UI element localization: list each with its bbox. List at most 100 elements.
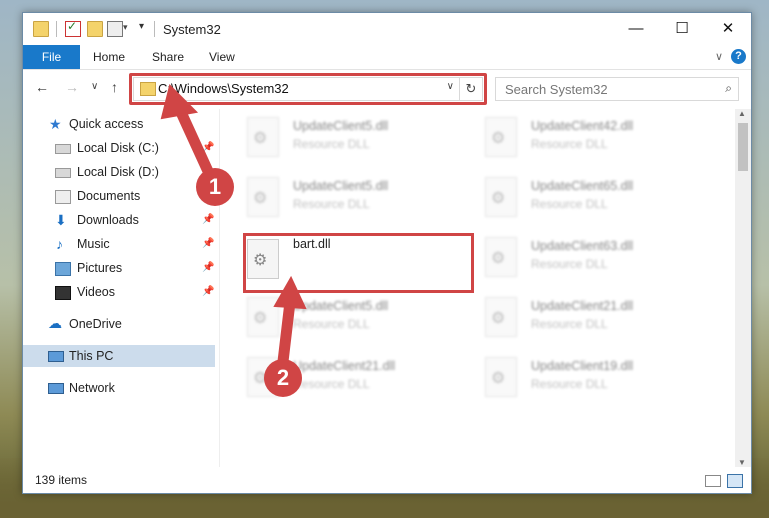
sidebar-item-local-disk-c[interactable]: Local Disk (C:) 📌 (23, 137, 215, 159)
file-type: Resource DLL (293, 137, 370, 151)
file-name: UpdateClient42.dll (531, 119, 634, 133)
file-name: UpdateClient21.dll (531, 299, 634, 313)
sidebar-item-label: Local Disk (C:) (77, 141, 159, 155)
file-item[interactable]: UpdateClient19.dll Resource DLL (485, 353, 715, 407)
dll-file-icon (485, 237, 517, 277)
sidebar-item-videos[interactable]: Videos 📌 (23, 281, 215, 303)
quick-access-toolbar-chevron-icon[interactable]: ▾ (139, 21, 144, 32)
dll-file-icon (485, 357, 517, 397)
sidebar-item-downloads[interactable]: ⬇ Downloads 📌 (23, 209, 215, 231)
item-count: 139 items (35, 473, 88, 487)
divider (56, 21, 57, 37)
sidebar-item-documents[interactable]: Documents (23, 185, 215, 207)
help-icon[interactable]: ? (731, 49, 746, 64)
pin-icon[interactable]: 📌 (202, 233, 214, 255)
file-item[interactable]: UpdateClient42.dll Resource DLL (485, 113, 715, 167)
navigation-pane: ★ Quick access Local Disk (C:) 📌 Local D… (23, 109, 220, 467)
search-placeholder: Search System32 (505, 82, 608, 97)
sidebar-item-label: Documents (77, 189, 141, 203)
search-input[interactable]: Search System32 ⌕ (495, 77, 739, 101)
expand-ribbon-chevron-icon[interactable]: ∨ (715, 50, 723, 63)
status-bar: 139 items (23, 469, 751, 493)
pin-icon[interactable]: 📌 (202, 209, 214, 231)
file-name: UpdateClient21.dll (293, 359, 396, 373)
file-name: UpdateClient5.dll (293, 179, 389, 193)
dropdown-arrow-icon[interactable]: ▾ (123, 22, 128, 33)
close-button[interactable]: ✕ (705, 13, 751, 45)
dll-file-icon (485, 297, 517, 337)
sidebar-item-label: Videos (77, 285, 115, 299)
computer-icon (48, 351, 64, 362)
large-icons-view-icon[interactable] (727, 474, 743, 488)
sidebar-item-label: Downloads (77, 213, 139, 227)
maximize-button[interactable]: ☐ (659, 13, 705, 45)
scroll-up-icon[interactable]: ▲ (738, 109, 746, 118)
scrollbar-thumb[interactable] (738, 123, 748, 171)
file-name: UpdateClient65.dll (531, 179, 634, 193)
star-icon: ★ (49, 116, 62, 132)
back-arrow-icon[interactable]: ← (35, 79, 49, 95)
search-icon[interactable]: ⌕ (725, 81, 732, 96)
file-item[interactable]: UpdateClient65.dll Resource DLL (485, 173, 715, 227)
dll-file-icon (247, 117, 279, 157)
sidebar-item-label: Music (77, 237, 110, 251)
details-view-icon[interactable] (705, 475, 721, 487)
documents-icon (55, 190, 71, 204)
videos-icon (55, 286, 71, 300)
sidebar-item-network[interactable]: Network (23, 377, 215, 399)
file-type: Resource DLL (293, 317, 370, 331)
address-highlight-box (129, 73, 487, 105)
minimize-button[interactable]: — (613, 13, 659, 45)
file-item[interactable]: UpdateClient5.dll Resource DLL (247, 173, 477, 227)
pin-icon[interactable]: 📌 (202, 257, 214, 279)
file-item[interactable]: UpdateClient5.dll Resource DLL (247, 293, 477, 347)
ribbon: File Home Share View ∨ ? (23, 45, 751, 70)
sidebar-item-label: Network (69, 381, 115, 395)
tab-share[interactable]: Share (152, 45, 184, 69)
tab-view[interactable]: View (209, 45, 235, 69)
file-name: UpdateClient5.dll (293, 299, 389, 313)
sidebar-item-label: This PC (69, 349, 114, 363)
network-icon (48, 383, 64, 394)
forward-arrow-icon[interactable]: → (65, 79, 79, 95)
file-type: Resource DLL (531, 197, 608, 211)
file-type: Resource DLL (293, 377, 370, 391)
file-type: Resource DLL (531, 377, 608, 391)
file-name: UpdateClient19.dll (531, 359, 634, 373)
scroll-down-icon[interactable]: ▼ (738, 458, 746, 467)
pin-icon[interactable]: 📌 (202, 137, 214, 159)
dll-file-icon (485, 117, 517, 157)
file-item[interactable]: UpdateClient5.dll Resource DLL (247, 113, 477, 167)
pictures-icon (55, 262, 71, 276)
customize-icon[interactable] (107, 21, 123, 37)
sidebar-item-onedrive[interactable]: ☁ OneDrive (23, 313, 215, 335)
sidebar-item-quick-access[interactable]: ★ Quick access (23, 113, 215, 135)
drive-icon (55, 144, 71, 154)
sidebar-item-this-pc[interactable]: This PC (23, 345, 215, 367)
download-icon: ⬇ (55, 212, 67, 228)
sidebar-item-local-disk-d[interactable]: Local Disk (D:) (23, 161, 215, 183)
file-name: UpdateClient5.dll (293, 119, 389, 133)
tab-file[interactable]: File (23, 45, 80, 69)
file-item[interactable]: UpdateClient21.dll Resource DLL (485, 293, 715, 347)
sidebar-item-pictures[interactable]: Pictures 📌 (23, 257, 215, 279)
sidebar-item-music[interactable]: ♪ Music 📌 (23, 233, 215, 255)
properties-check-icon[interactable] (65, 19, 81, 37)
file-item[interactable]: UpdateClient63.dll Resource DLL (485, 233, 715, 287)
pin-icon[interactable]: 📌 (202, 281, 214, 303)
up-arrow-icon[interactable]: ↑ (111, 79, 118, 95)
tab-home[interactable]: Home (93, 45, 125, 69)
file-type: Resource DLL (531, 137, 608, 151)
recent-locations-chevron-icon[interactable]: ∨ (91, 81, 98, 92)
dll-file-icon (485, 177, 517, 217)
file-name: UpdateClient63.dll (531, 239, 634, 253)
vertical-scrollbar[interactable]: ▲ ▼ (735, 109, 751, 467)
sidebar-item-label: Quick access (69, 117, 144, 131)
new-folder-icon[interactable] (87, 21, 103, 37)
music-icon: ♪ (56, 236, 63, 252)
address-row: ← → ∨ ↑ C:\Windows\System32 ∨ ↻ Search S… (23, 70, 751, 106)
title-bar: ▾ ▾ System32 — ☐ ✕ (23, 13, 751, 45)
cloud-icon: ☁ (48, 315, 62, 331)
file-explorer-window: ▾ ▾ System32 — ☐ ✕ File Home Share View … (22, 12, 752, 494)
divider (154, 21, 155, 37)
